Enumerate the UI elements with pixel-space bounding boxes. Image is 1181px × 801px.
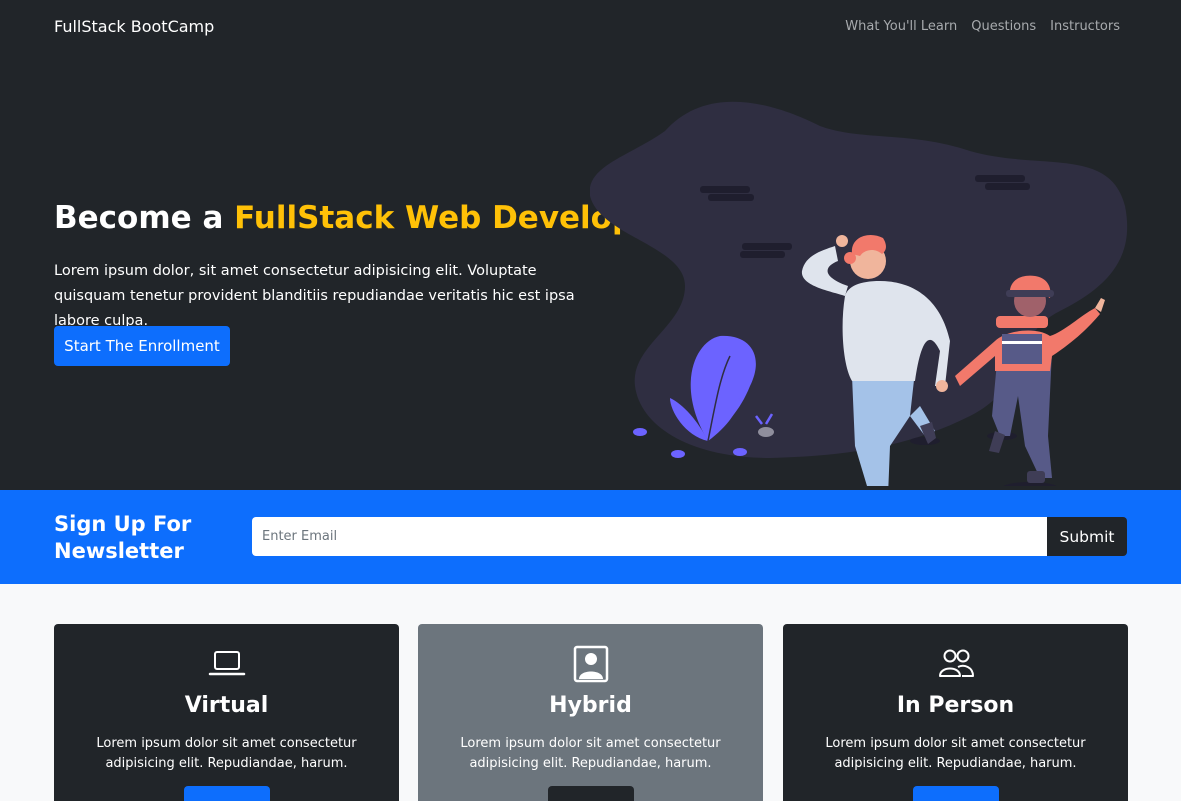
card-hybrid: Hybrid Lorem ipsum dolor sit amet consec… bbox=[418, 624, 763, 801]
card-text: Lorem ipsum dolor sit amet consectetur a… bbox=[460, 736, 721, 771]
brand-link[interactable]: FullStack BootCamp bbox=[54, 17, 214, 36]
card-virtual: Virtual Lorem ipsum dolor sit amet conse… bbox=[54, 624, 399, 801]
read-more-button[interactable]: Read More bbox=[183, 786, 270, 801]
hero-title: Become a FullStack Web Developer bbox=[54, 200, 675, 236]
submit-button[interactable]: Submit bbox=[1047, 517, 1127, 556]
card-text: Lorem ipsum dolor sit amet consectetur a… bbox=[825, 736, 1086, 771]
person-square-icon bbox=[573, 645, 608, 683]
hero-section: Become a FullStack Web Developer Lorem i… bbox=[0, 56, 1181, 490]
hero-illustration bbox=[590, 101, 1128, 486]
card-title: Virtual bbox=[184, 693, 269, 718]
card-title: In Person bbox=[896, 693, 1015, 718]
card-in-person: In Person Lorem ipsum dolor sit amet con… bbox=[783, 624, 1128, 801]
newsletter-title: Sign Up For Newsletter bbox=[54, 512, 192, 563]
nav-link-learn[interactable]: What You'll Learn bbox=[845, 19, 957, 34]
nav-link-instructors[interactable]: Instructors bbox=[1050, 19, 1120, 34]
read-more-button[interactable]: Read More bbox=[912, 786, 999, 801]
navbar: FullStack BootCamp What You'll Learn Que… bbox=[0, 0, 1181, 56]
card-title: Hybrid bbox=[549, 693, 632, 718]
newsletter-section: Sign Up For Newsletter Submit bbox=[0, 490, 1181, 584]
email-input[interactable] bbox=[252, 517, 1047, 556]
card-text: Lorem ipsum dolor sit amet consectetur a… bbox=[96, 736, 357, 771]
nav-link-questions[interactable]: Questions bbox=[971, 19, 1036, 34]
hero-title-prefix: Become a bbox=[54, 200, 235, 236]
people-icon bbox=[938, 649, 974, 677]
read-more-button[interactable]: Read More bbox=[547, 786, 634, 801]
hero-description: Lorem ipsum dolor, sit amet consectetur … bbox=[54, 263, 575, 329]
laptop-icon bbox=[208, 651, 245, 676]
start-enrollment-button[interactable]: Start The Enrollment bbox=[54, 326, 230, 366]
nav-links: What You'll Learn Questions Instructors bbox=[845, 19, 1120, 34]
